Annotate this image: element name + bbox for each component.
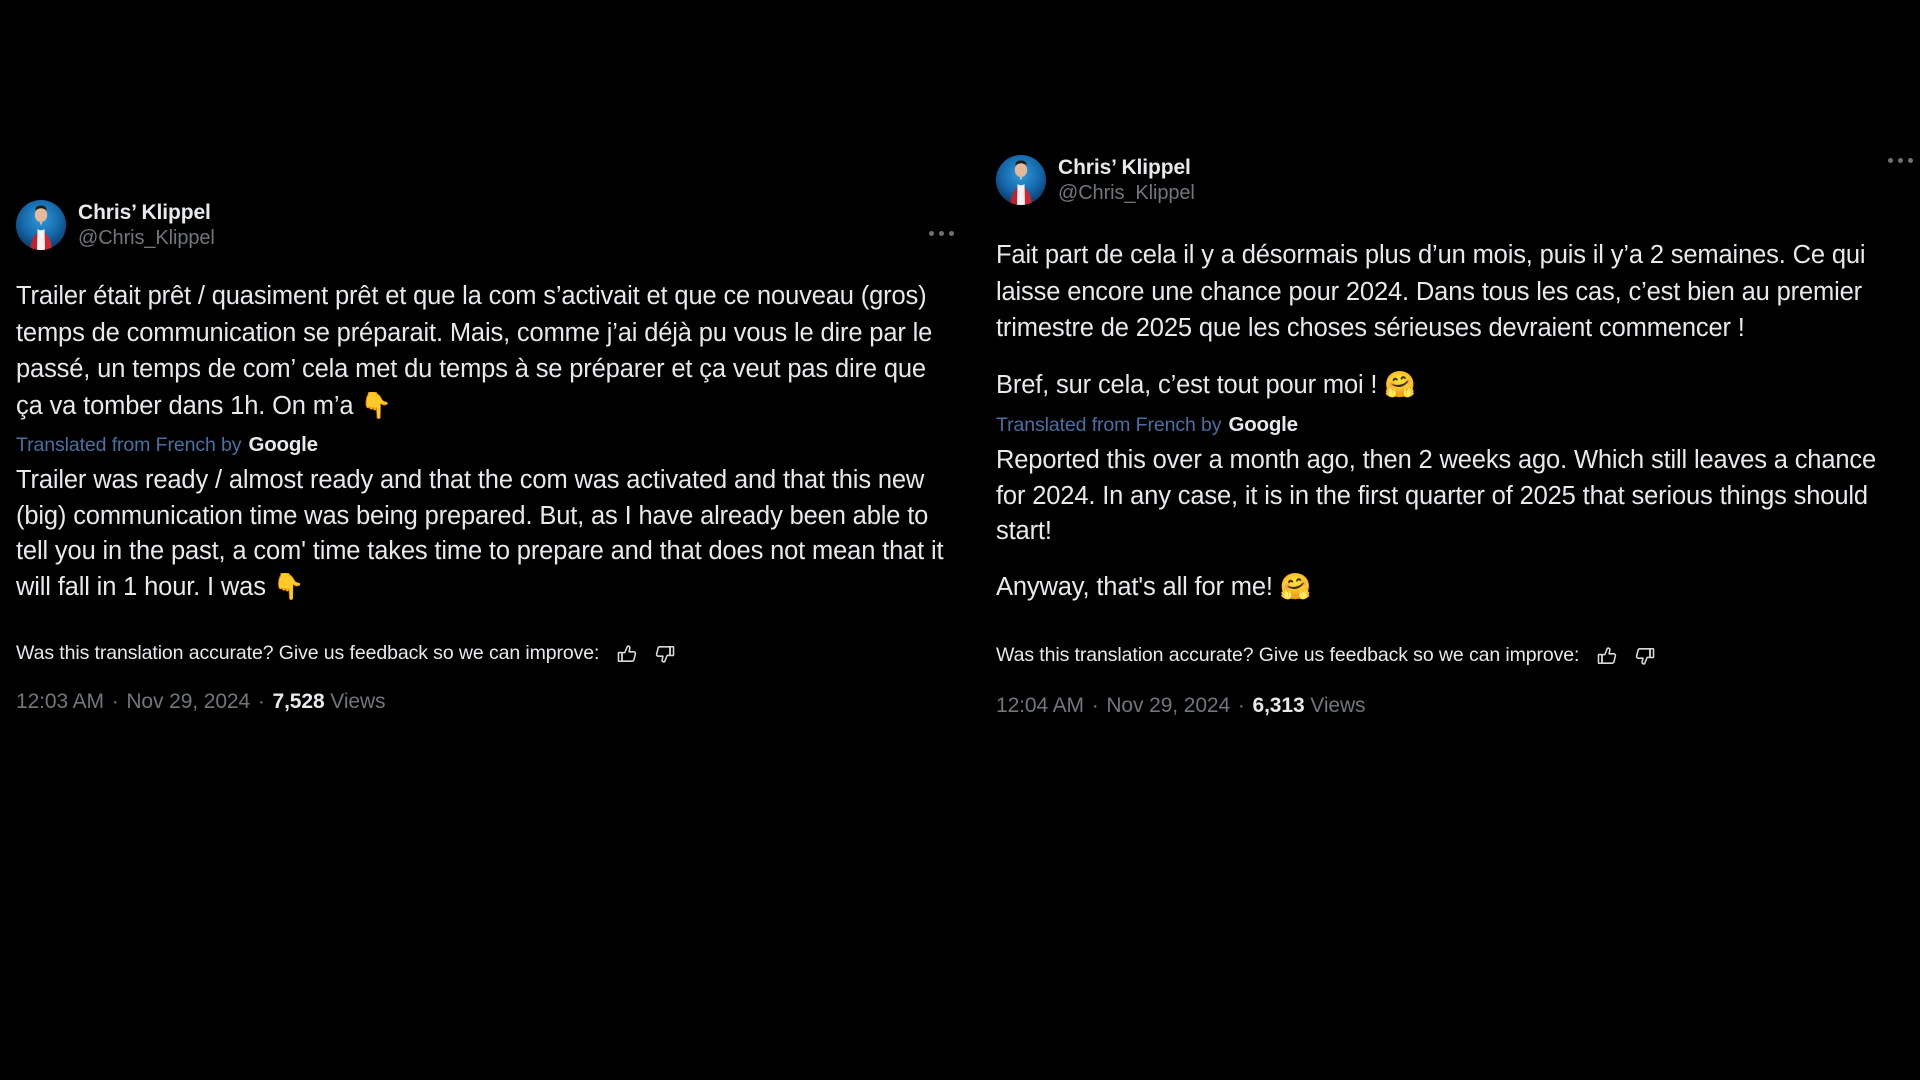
thumbs-up-icon[interactable] <box>1593 642 1621 670</box>
timestamp-date: Nov 29, 2024 <box>1106 693 1231 717</box>
more-dot <box>1897 157 1903 163</box>
more-options-button[interactable] <box>1880 147 1920 173</box>
meta-separator: · <box>111 689 119 713</box>
display-name[interactable]: Chris’ Klippel <box>78 201 215 225</box>
translation-notice-text: Translated from French by <box>996 413 1222 436</box>
thumbs-down-icon[interactable] <box>1631 642 1659 670</box>
translation-provider: Google <box>248 432 318 456</box>
tweet-translated-text: Trailer was ready / almost ready and tha… <box>16 465 951 601</box>
timestamp-time: 12:04 AM <box>996 693 1084 717</box>
tweet-card-left: Chris’ Klippel @Chris_Klippel Trailer ét… <box>0 200 960 714</box>
author-names: Chris’ Klippel @Chris_Klippel <box>1058 155 1195 205</box>
tweet-original-text: Trailer était prêt / quasiment prêt et q… <box>16 282 940 421</box>
more-dot <box>928 230 934 236</box>
tweet-header-left: Chris’ Klippel @Chris_Klippel <box>16 200 954 260</box>
more-dot <box>938 230 944 236</box>
handle[interactable]: @Chris_Klippel <box>1058 182 1195 205</box>
tweet-header-right: Chris’ Klippel @Chris_Klippel <box>996 155 1913 215</box>
translation-attribution[interactable]: Translated from French by Google <box>996 413 1904 437</box>
views-label: Views <box>1310 693 1366 717</box>
meta-separator: · <box>1237 693 1245 717</box>
tweet-translated-text-2: Anyway, that's all for me! 🤗 <box>996 572 1312 601</box>
avatar[interactable] <box>996 155 1046 205</box>
timestamp-time: 12:03 AM <box>16 689 104 713</box>
feedback-prompt: Was this translation accurate? Give us f… <box>16 642 600 665</box>
more-dot <box>1887 157 1893 163</box>
translation-attribution[interactable]: Translated from French by Google <box>16 433 944 457</box>
display-name[interactable]: Chris’ Klippel <box>1058 156 1195 180</box>
tweet-metadata: 12:03 AM · Nov 29, 2024 · 7,528 Views <box>16 690 944 714</box>
views-count: 6,313 <box>1252 693 1305 717</box>
translation-provider: Google <box>1228 412 1298 436</box>
translation-feedback-row: Was this translation accurate? Give us f… <box>16 640 944 668</box>
meta-separator: · <box>1091 693 1099 717</box>
feedback-prompt: Was this translation accurate? Give us f… <box>996 644 1580 667</box>
translation-feedback-row: Was this translation accurate? Give us f… <box>996 642 1904 670</box>
author-names: Chris’ Klippel @Chris_Klippel <box>78 200 215 250</box>
more-dot <box>948 230 954 236</box>
thumbs-down-icon[interactable] <box>651 640 679 668</box>
tweet-original-text: Fait part de cela il y a désormais plus … <box>996 241 1873 343</box>
thumbs-up-icon[interactable] <box>613 640 641 668</box>
handle[interactable]: @Chris_Klippel <box>78 227 215 250</box>
tweet-metadata: 12:04 AM · Nov 29, 2024 · 6,313 Views <box>996 694 1904 718</box>
meta-separator: · <box>257 689 265 713</box>
more-options-button[interactable] <box>921 220 961 246</box>
screen-root: Chris’ Klippel @Chris_Klippel Trailer ét… <box>0 0 1920 1080</box>
more-dot <box>1907 157 1913 163</box>
views-label: Views <box>330 689 386 713</box>
tweet-translated-text: Reported this over a month ago, then 2 w… <box>996 445 1883 546</box>
timestamp-date: Nov 29, 2024 <box>126 689 251 713</box>
tweet-card-right: Chris’ Klippel @Chris_Klippel Fait part … <box>980 155 1920 718</box>
avatar[interactable] <box>16 200 66 250</box>
translation-notice-text: Translated from French by <box>16 433 242 456</box>
tweet-original-text-2: Bref, sur cela, c’est tout pour moi ! 🤗 <box>996 371 1416 400</box>
views-count: 7,528 <box>272 689 325 713</box>
